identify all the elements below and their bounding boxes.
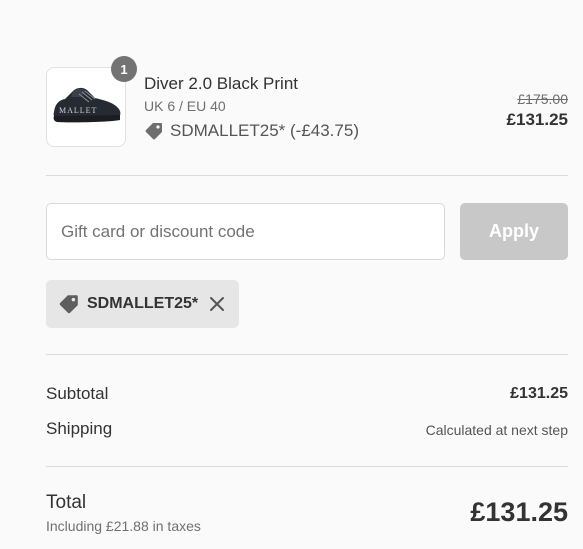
divider [46, 466, 568, 467]
product-discount-label: SDMALLET25* (-£43.75) [170, 121, 359, 140]
tax-note: Including £21.88 in taxes [46, 518, 201, 534]
subtotal-label: Subtotal [46, 384, 109, 403]
total-value: £131.25 [470, 497, 568, 527]
product-thumbnail: MALLET 1 [46, 56, 137, 147]
quantity-badge: 1 [111, 56, 137, 82]
sneaker-image: MALLET [53, 87, 121, 123]
line-item: MALLET 1 Diver 2.0 Black Print UK 6 / EU… [46, 56, 568, 149]
sneaker-print-text: MALLET [59, 106, 97, 115]
shipping-value: Calculated at next step [425, 422, 568, 438]
divider [46, 175, 568, 176]
subtotal-value: £131.25 [510, 385, 568, 402]
total-label: Total [46, 492, 87, 513]
apply-button[interactable]: Apply [460, 203, 568, 260]
discount-code-input[interactable] [46, 203, 445, 260]
applied-discount-code: SDMALLET25* [87, 295, 199, 312]
compare-at-price: £175.00 [517, 91, 568, 107]
divider [46, 354, 568, 355]
shipping-label: Shipping [46, 419, 113, 438]
product-name: Diver 2.0 Black Print [144, 74, 298, 93]
product-variant: UK 6 / EU 40 [144, 98, 226, 114]
applied-discount-chip: SDMALLET25* [46, 280, 239, 328]
close-icon[interactable] [209, 296, 225, 312]
product-discount: SDMALLET25* (-£43.75) [144, 121, 359, 141]
tag-icon [144, 121, 164, 141]
tag-icon [58, 293, 80, 315]
product-price: £131.25 [506, 110, 568, 129]
order-summary: MALLET 1 Diver 2.0 Black Print UK 6 / EU… [46, 0, 568, 549]
